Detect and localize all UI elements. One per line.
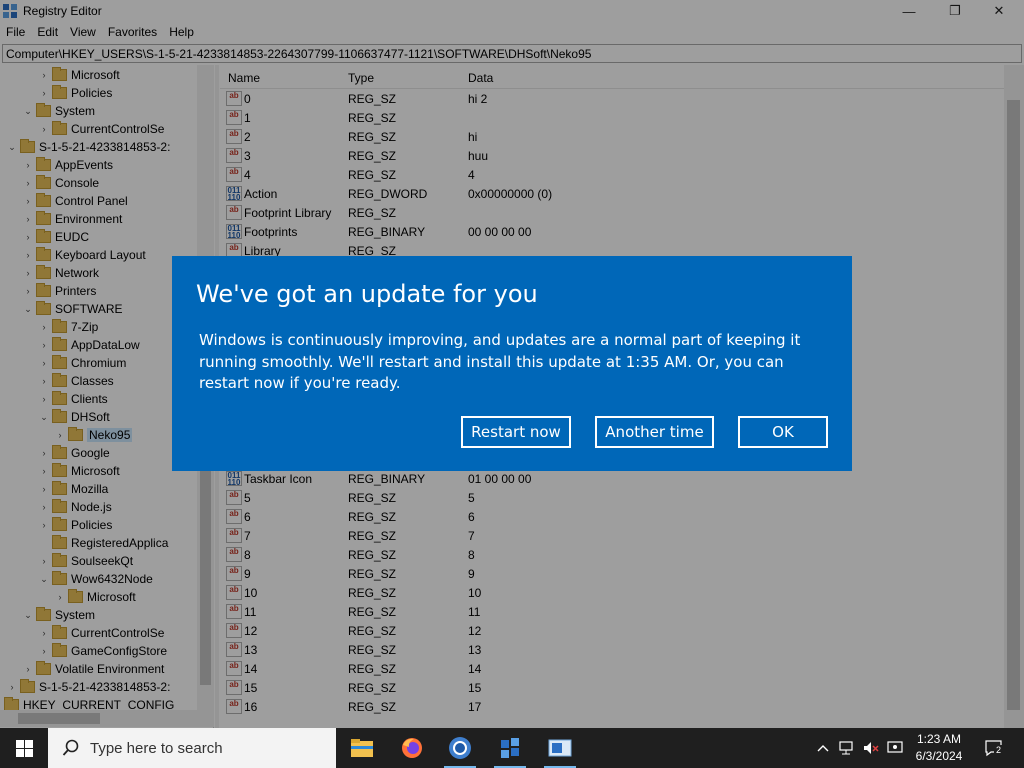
search-icon	[62, 739, 79, 756]
window-app-icon	[548, 739, 572, 757]
ok-button[interactable]: OK	[738, 416, 828, 448]
device-tray[interactable]	[884, 728, 906, 768]
file-explorer-icon	[351, 739, 373, 757]
restart-now-button[interactable]: Restart now	[461, 416, 571, 448]
taskbar-file-explorer[interactable]	[338, 728, 386, 768]
search-placeholder: Type here to search	[90, 739, 223, 757]
chevron-up-icon	[817, 745, 829, 752]
taskbar-search-box[interactable]: Type here to search	[48, 728, 336, 768]
update-dialog: We've got an update for you Windows is c…	[172, 256, 852, 471]
clock-date: 6/3/2024	[915, 749, 963, 763]
taskbar-firefox[interactable]	[388, 728, 436, 768]
volume-muted-icon	[864, 742, 879, 754]
network-icon	[839, 741, 853, 755]
notification-count: 2	[994, 745, 1004, 755]
display-icon	[887, 741, 903, 753]
registry-editor-icon	[501, 738, 519, 758]
taskbar-chromium[interactable]	[436, 728, 484, 768]
windows-logo-icon	[15, 739, 33, 757]
show-hidden-icons-button[interactable]	[814, 728, 832, 768]
taskbar-registry-editor[interactable]	[486, 728, 534, 768]
chromium-icon	[449, 737, 471, 759]
dialog-title: We've got an update for you	[196, 280, 538, 308]
volume-tray[interactable]	[860, 728, 882, 768]
system-clock[interactable]: 1:23 AM 6/3/2024	[906, 731, 972, 765]
clock-time: 1:23 AM	[916, 732, 962, 746]
notifications-button[interactable]: 2	[980, 728, 1008, 768]
start-button[interactable]	[0, 728, 48, 768]
network-tray[interactable]	[836, 728, 858, 768]
taskbar: Type here to search 1:23 AM 6/3/2024 2	[0, 728, 1024, 768]
another-time-button[interactable]: Another time	[595, 416, 714, 448]
dialog-message: Windows is continuously improving, and u…	[199, 331, 801, 392]
taskbar-window-app[interactable]	[536, 728, 584, 768]
firefox-icon	[402, 738, 422, 758]
